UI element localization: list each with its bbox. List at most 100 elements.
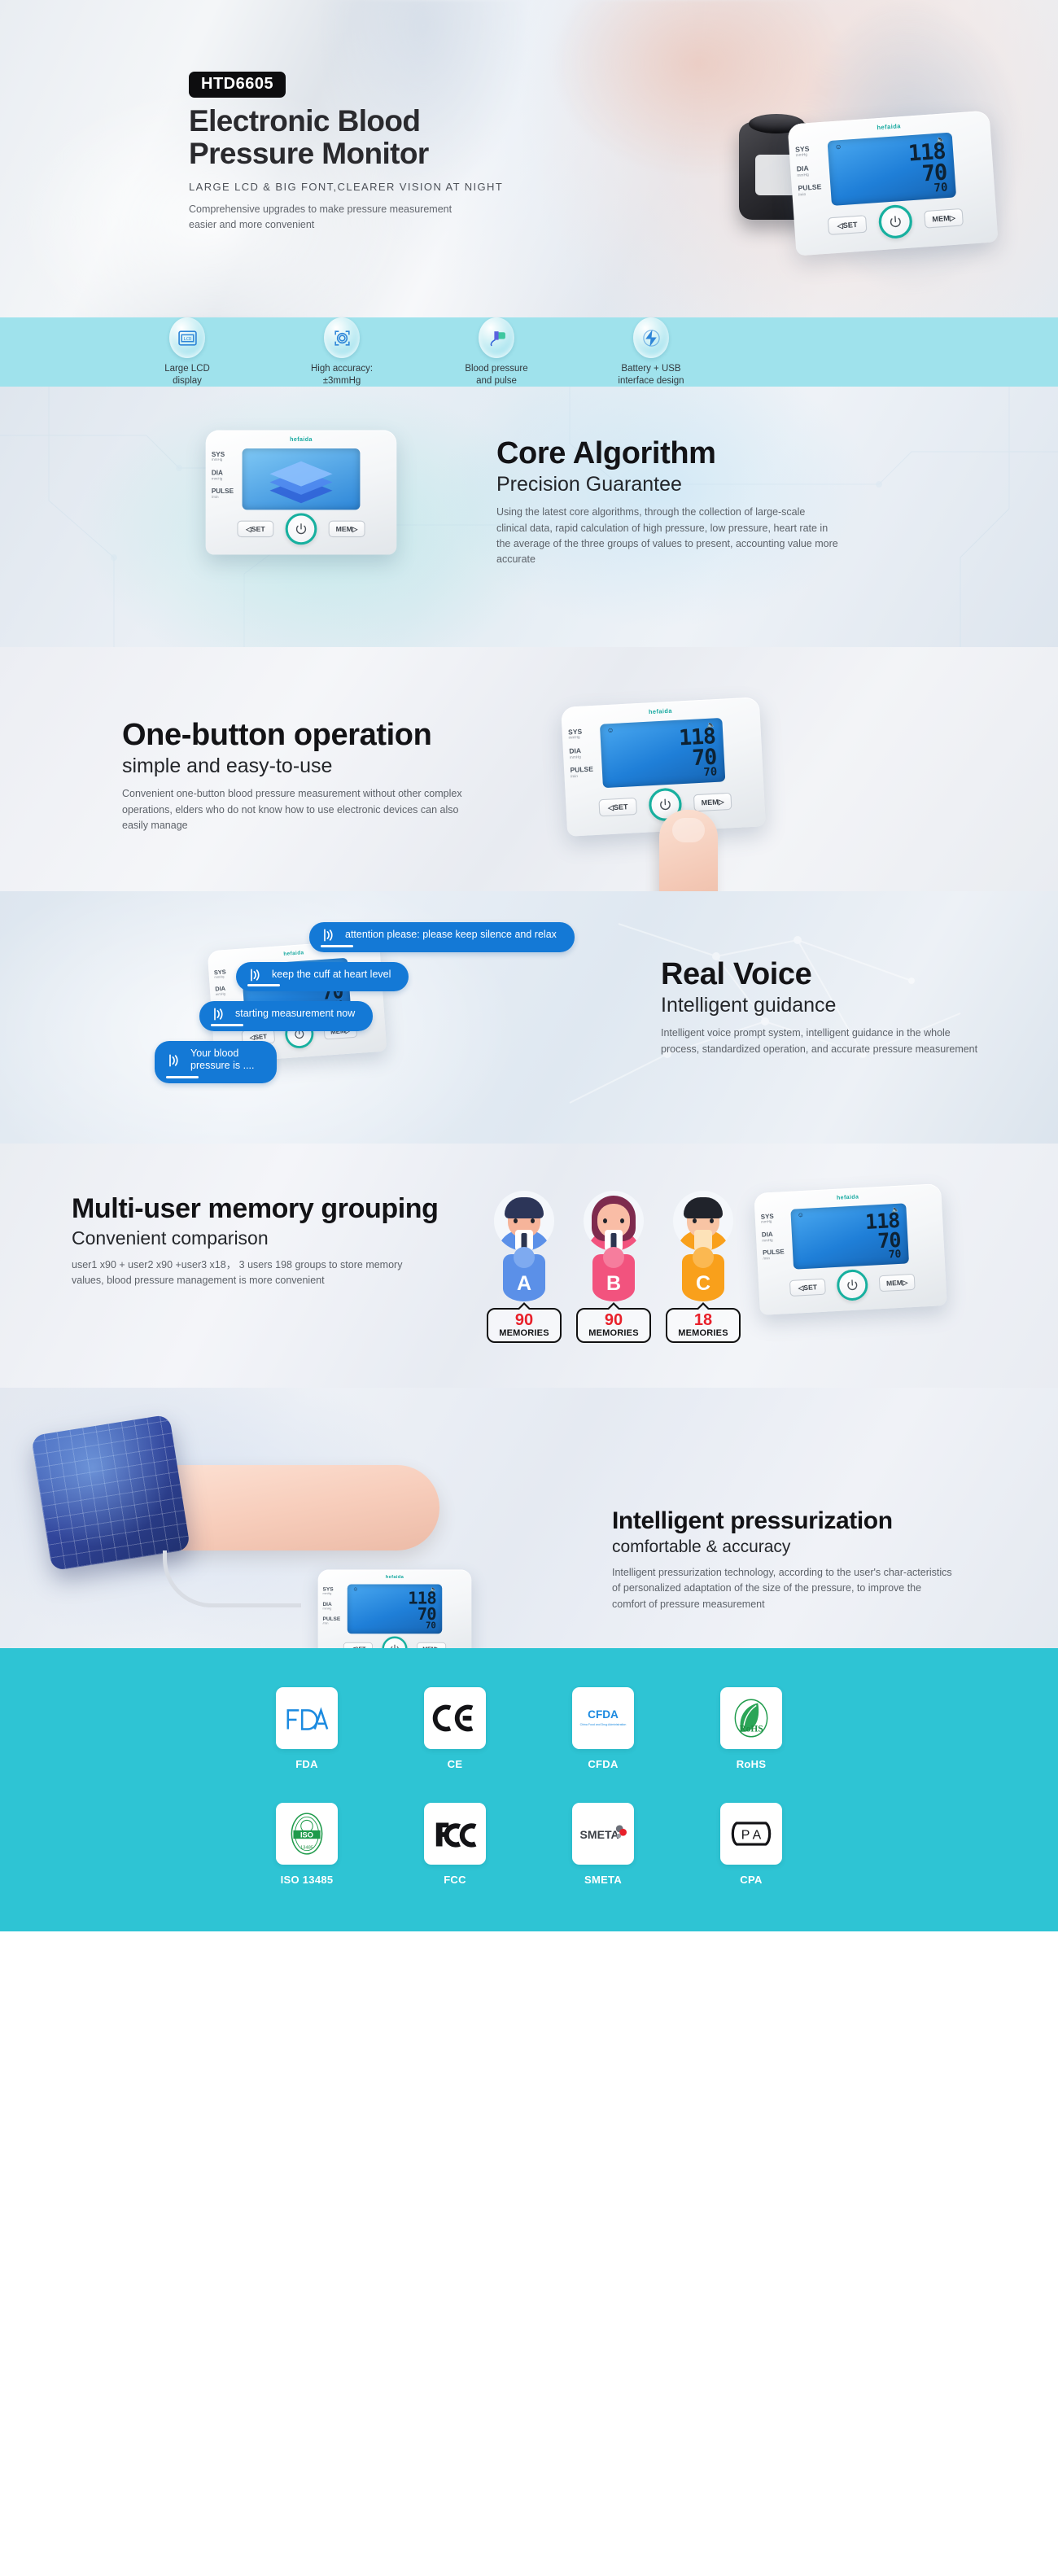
brand-logo: hefaida [386, 1575, 404, 1580]
brand-logo: hefaida [837, 1194, 859, 1201]
certification-card: SMETA [572, 1803, 634, 1865]
certification-row-2: ISO 13485 ISO 13485 FCC SMETA SMETA P A … [0, 1803, 1058, 1886]
lcd-display: ☺ 🔈 118 70 70 [790, 1203, 910, 1270]
mem-button[interactable]: MEM▷ [328, 520, 365, 538]
multi-user-section: Multi-user memory grouping Convenient co… [0, 1144, 1058, 1388]
user-icon: ☺ [606, 726, 614, 735]
avatar-hair [684, 1197, 723, 1218]
hero-text-block: HTD6605 Electronic Blood Pressure Monito… [189, 72, 503, 232]
dia-label-group: DIA mmHg [569, 747, 592, 759]
lcd-screen-icon: LCD [177, 330, 197, 346]
sys-unit: mmHg [760, 1219, 772, 1225]
device-button-row: ◁SET MEM▷ [318, 1636, 472, 1648]
mem-button[interactable]: MEM▷ [924, 208, 964, 229]
certification-iso: ISO 13485 ISO 13485 [266, 1803, 348, 1886]
user-avatar-c: C 18 MEMORIES [664, 1191, 742, 1343]
pressurization-section: hefaida SYS mmHg DIA mmHg PULSE/min ☺ 🔈 11… [0, 1388, 1058, 1648]
mem-button[interactable]: MEM▷ [878, 1273, 916, 1292]
sys-unit: mmHg [322, 1591, 332, 1595]
sys-label-group: SYS mmHg [322, 1586, 340, 1596]
certification-row-1: FDA CE CFDA China Food and Drug Administ… [0, 1687, 1058, 1770]
multi-user-title: Multi-user memory grouping [72, 1193, 439, 1224]
user-letter-head [603, 1247, 624, 1268]
feature-line2: display [173, 375, 202, 386]
brand-logo: hefaida [290, 437, 313, 443]
feature-item-battery-usb: Battery + USB interface design [602, 317, 700, 386]
feature-bubble [479, 317, 514, 359]
feature-caption: Large LCD display [138, 363, 236, 386]
brand-logo: hefaida [649, 708, 672, 715]
certification-rohs: RoHS RoHS [710, 1687, 792, 1770]
memory-label: MEMORIES [588, 1328, 639, 1338]
set-button[interactable]: ◁SET [598, 797, 638, 817]
certification-label: CE [447, 1758, 463, 1770]
feature-bubble [633, 317, 669, 359]
blood-pressure-monitor: hefaida SYS mmHg DIA mmHg PULSE /min ☺ 🔈… [787, 110, 999, 256]
svg-text:SMETA: SMETA [580, 1828, 619, 1841]
feature-line1: Large LCD [164, 364, 210, 374]
voice-prompt-bubble: attention please: please keep silence an… [300, 922, 575, 952]
sys-unit: mmHg [211, 457, 223, 462]
avatar-eyes [514, 1218, 535, 1223]
certification-label: FDA [295, 1758, 318, 1770]
pulse-label: PULSE [211, 488, 234, 496]
device-button-row: ◁SET MEM▷ [758, 1265, 947, 1305]
user-icon: ☺ [834, 142, 842, 151]
device-button-row: ◁SET MEM▷ [794, 198, 998, 245]
memory-count: 90 [514, 1311, 534, 1329]
voice-prompt-bubble: starting measurement now [190, 1001, 374, 1031]
target-accuracy-icon [334, 330, 350, 346]
power-icon [847, 1279, 858, 1291]
svg-text:LCD: LCD [183, 337, 191, 342]
model-badge: HTD6605 [189, 72, 286, 98]
core-algorithm-subtitle: Precision Guarantee [496, 473, 682, 496]
avatar-hair [505, 1197, 544, 1218]
dia-label-group: DIA mmHg [797, 164, 821, 177]
real-voice-text: Real Voice Intelligent guidance Intellig… [661, 958, 986, 1057]
pressurization-title: Intelligent pressurization [612, 1507, 893, 1534]
power-button[interactable] [382, 1636, 408, 1648]
certification-fcc: FCC [414, 1803, 496, 1886]
voice-prompt-bubble: keep the cuff at heart level [227, 961, 409, 991]
avatar [494, 1191, 554, 1251]
power-button[interactable] [285, 513, 317, 545]
certification-ce: CE [414, 1687, 496, 1770]
one-button-title: One-button operation [122, 718, 432, 752]
device-side-labels: SYS mmHg DIA mmHg PULSE /min [795, 145, 823, 204]
power-button[interactable] [836, 1268, 869, 1301]
cuff-glow [30, 1414, 191, 1572]
iso-logo-icon: ISO 13485 [291, 1813, 323, 1855]
feature-line2: interface design [618, 375, 684, 386]
core-algorithm-text: Core Algorithm Precision Guarantee Using… [496, 437, 903, 568]
memory-count: 90 [604, 1311, 623, 1329]
lcd-display: ☺ 🔈 118 70 70 [599, 717, 726, 789]
user-letter: C [695, 1272, 711, 1295]
mem-button[interactable]: MEM▷ [417, 1642, 447, 1648]
dia-unit: mmHg [569, 754, 581, 759]
set-button[interactable]: ◁SET [827, 215, 868, 235]
user-avatars: A 90 MEMORIES B 90 MEMORIES C 18 MEMORIE… [485, 1191, 742, 1343]
svg-text:CFDA: CFDA [588, 1708, 619, 1721]
cpa-logo-icon: P A [731, 1822, 772, 1846]
set-button[interactable]: ◁SET [237, 520, 274, 538]
feature-bubble [324, 317, 360, 359]
cfda-logo-icon: CFDA China Food and Drug Administration [580, 1708, 627, 1726]
user-letter-head [693, 1247, 714, 1268]
set-button[interactable]: ◁SET [343, 1642, 373, 1648]
pulse-unit: /min [763, 1255, 771, 1261]
iso-number: 13485 [300, 1846, 313, 1851]
blood-pressure-monitor: hefaida SYSmmHg DIAmmHg PULSE/min ☺ 🔈 11… [754, 1183, 947, 1315]
one-button-device-image: hefaida SYS mmHg DIA mmHg PULSE/min ☺ 🔈 11… [561, 697, 766, 837]
mem-button[interactable]: MEM▷ [693, 792, 732, 812]
device-side-labels: SYSmmHg DIAmmHg PULSE/min [568, 728, 594, 787]
certification-card [424, 1803, 486, 1865]
dia-label: DIA [322, 1601, 332, 1607]
one-button-section: One-button operation simple and easy-to-… [0, 647, 1058, 891]
certification-label: ISO 13485 [280, 1874, 334, 1886]
set-button[interactable]: ◁SET [789, 1278, 826, 1297]
voice-prompt-text: starting measurement now [235, 1008, 356, 1019]
certification-label: FCC [444, 1874, 466, 1886]
pulse-unit: /min [570, 773, 579, 779]
lcd-display: ☺ 🔈 118 70 70 [827, 132, 957, 206]
power-button[interactable] [877, 203, 914, 240]
